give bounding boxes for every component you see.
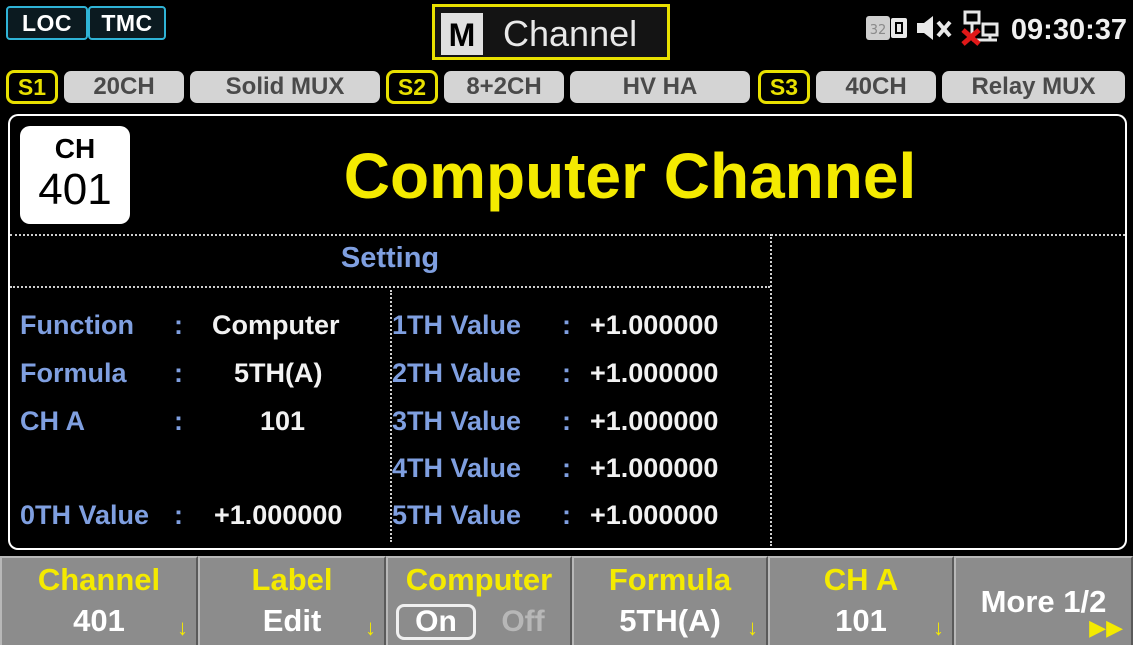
- clock: 09:30:37: [1010, 13, 1127, 46]
- first-value: +1.000000: [590, 310, 719, 340]
- third-value: +1.000000: [590, 406, 719, 436]
- cha-value: 101: [260, 406, 306, 436]
- colon: :: [562, 500, 571, 530]
- softkey-value: 401: [73, 603, 125, 638]
- slot-type: Solid MUX: [190, 71, 380, 103]
- loc-indicator: LOC: [6, 6, 88, 40]
- channel-badge-label: CH: [54, 133, 96, 164]
- slot-channels: 20CH: [64, 71, 184, 103]
- memory-card-icon: 32: [865, 13, 909, 48]
- zeroth-value: +1.000000: [214, 500, 343, 530]
- more-softkey[interactable]: More 1/2 ▶▶: [954, 556, 1133, 645]
- second-value: +1.000000: [590, 358, 719, 388]
- status-bar: LOC TMC M Channel 32 09:30:37: [0, 0, 1133, 62]
- slot-channels: 40CH: [816, 71, 936, 103]
- computer-softkey[interactable]: Computer On Off: [386, 556, 572, 645]
- divider: [10, 286, 770, 288]
- speaker-muted-icon: [915, 13, 955, 48]
- colon: :: [562, 406, 571, 436]
- mode-indicator: M Channel: [432, 4, 670, 60]
- third-value-label: 3TH Value: [392, 406, 522, 436]
- chevron-down-icon: ↓: [747, 615, 758, 640]
- softkey-title: Computer: [405, 562, 553, 597]
- slot-bar: S1 20CH Solid MUX S2 8+2CH HV HA S3 40CH…: [0, 62, 1133, 112]
- colon: :: [174, 358, 183, 388]
- colon: :: [174, 406, 183, 436]
- softkey-value: 101: [835, 603, 887, 638]
- chevron-down-icon: ↓: [365, 615, 376, 640]
- page-title: Computer Channel: [343, 140, 917, 212]
- cha-label: CH A: [20, 406, 85, 436]
- first-value-label: 1TH Value: [392, 310, 522, 340]
- softkey-value: 5TH(A): [619, 603, 721, 638]
- fourth-value-label: 4TH Value: [392, 453, 522, 483]
- softkey-title: Formula: [608, 562, 732, 597]
- chevron-down-icon: ↓: [933, 615, 944, 640]
- colon: :: [562, 310, 571, 340]
- divider: [770, 234, 772, 546]
- mode-title: Channel: [503, 13, 638, 54]
- tmc-indicator: TMC: [88, 6, 166, 40]
- computer-toggle[interactable]: On Off: [396, 604, 560, 640]
- zeroth-value-label: 0TH Value: [20, 500, 150, 530]
- channel-badge: CH 401: [20, 126, 130, 224]
- formula-label: Formula: [20, 358, 127, 388]
- fifth-value-label: 5TH Value: [392, 500, 522, 530]
- colon: :: [562, 358, 571, 388]
- slot-channels: 8+2CH: [444, 71, 564, 103]
- mode-letter: M: [441, 13, 483, 55]
- toggle-on-option[interactable]: On: [396, 604, 476, 640]
- second-value-label: 2TH Value: [392, 358, 522, 388]
- cha-softkey[interactable]: CH A 101 ↓: [768, 556, 954, 645]
- function-label: Function: [20, 310, 134, 340]
- channel-softkey[interactable]: Channel 401 ↓: [0, 556, 198, 645]
- fast-forward-icon: ▶▶: [1089, 615, 1123, 640]
- slot-type: HV HA: [570, 71, 750, 103]
- softkey-title: Label: [251, 562, 333, 597]
- colon: :: [562, 453, 571, 483]
- channel-badge-number: 401: [38, 165, 112, 214]
- setting-panel: Setting Function : Computer Formula : 5T…: [8, 234, 1127, 550]
- slot-number: S2: [386, 70, 438, 104]
- function-value: Computer: [212, 310, 340, 340]
- label-softkey[interactable]: Label Edit ↓: [198, 556, 386, 645]
- slot-type: Relay MUX: [942, 71, 1125, 103]
- colon: :: [174, 310, 183, 340]
- chevron-down-icon: ↓: [177, 615, 188, 640]
- fifth-value: +1.000000: [590, 500, 719, 530]
- divider: [10, 234, 1125, 236]
- slot-number: S3: [758, 70, 810, 104]
- toggle-off-option[interactable]: Off: [488, 604, 558, 640]
- formula-softkey[interactable]: Formula 5TH(A) ↓: [572, 556, 768, 645]
- softkey-bar: Channel 401 ↓ Label Edit ↓ Computer On O…: [0, 556, 1133, 645]
- colon: :: [174, 500, 183, 530]
- network-disconnected-icon: [961, 10, 1001, 51]
- channel-header: CH 401 Computer Channel: [8, 114, 1127, 234]
- formula-value: 5TH(A): [234, 358, 323, 388]
- setting-title: Setting: [340, 242, 440, 274]
- status-icons: 32 09:30:37: [865, 10, 1127, 50]
- softkey-title: CH A: [823, 562, 899, 597]
- card-label: 32: [870, 23, 887, 38]
- softkey-title: Channel: [37, 562, 161, 597]
- softkey-value: Edit: [262, 603, 322, 638]
- slot-number: S1: [6, 70, 58, 104]
- fourth-value: +1.000000: [590, 453, 719, 483]
